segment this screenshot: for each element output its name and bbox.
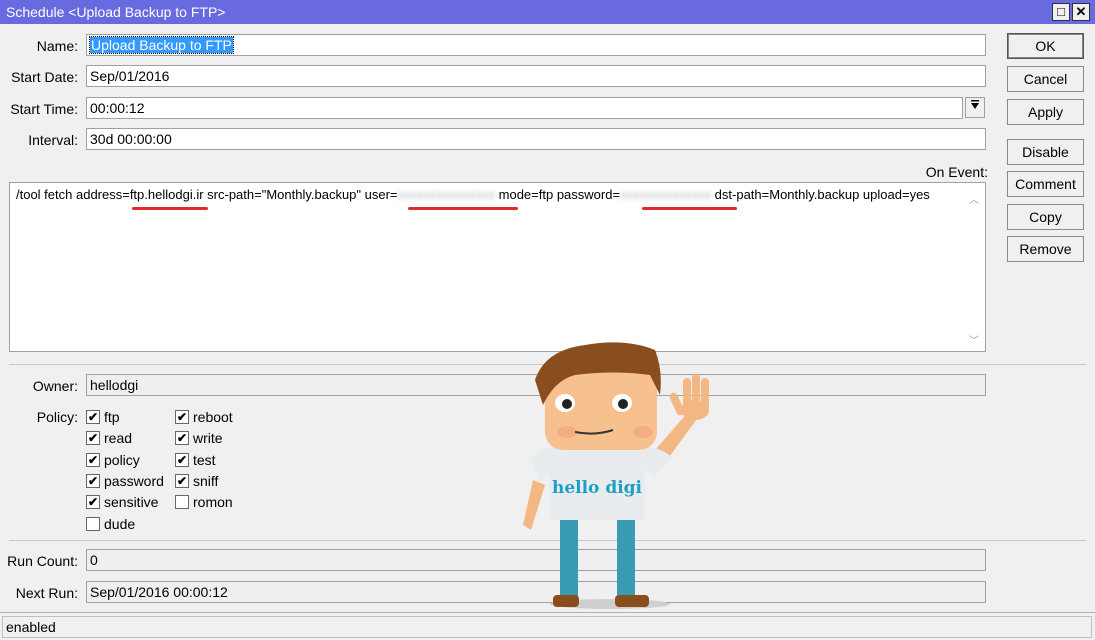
close-icon[interactable]: ✕ xyxy=(1072,3,1090,21)
policy-label-text: write xyxy=(193,430,223,447)
mascot-leg-right xyxy=(617,515,635,597)
policy-label-text: dude xyxy=(104,515,136,532)
policy-checkbox-ftp[interactable]: ✔ ftp xyxy=(86,409,120,425)
script-part-2: src-path="Monthly.backup" user= xyxy=(203,187,398,202)
next-run-label: Next Run: xyxy=(15,585,78,601)
checkbox-icon[interactable]: ✔ xyxy=(175,410,189,424)
checkbox-icon[interactable] xyxy=(86,516,100,531)
scroll-up-icon[interactable]: ︿ xyxy=(969,191,979,206)
start-time-input[interactable]: 00:00:12 xyxy=(86,97,963,119)
mascot-cheek-left xyxy=(557,426,577,438)
policy-checkbox-sniff[interactable]: ✔ sniff xyxy=(175,473,218,489)
script-part-4: dst-path=Monthly.backup upload=yes xyxy=(711,187,930,202)
user-underline xyxy=(408,207,518,210)
script-password-blurred: xxxxxxxxxxxxxx xyxy=(620,187,712,202)
on-event-script: /tool fetch address=ftp.hellodgi.ir src-… xyxy=(16,187,979,202)
remove-button[interactable]: Remove xyxy=(1007,236,1084,262)
status-bar: enabled xyxy=(0,612,1095,640)
scroll-down-icon[interactable]: ﹀ xyxy=(969,332,979,347)
hello-digi-mascot: hello digi xyxy=(523,342,709,609)
checkbox-icon[interactable]: ✔ xyxy=(86,473,100,488)
apply-button[interactable]: Apply xyxy=(1007,99,1084,125)
mascot-shoe-right xyxy=(615,595,649,607)
mascot-shoe-left xyxy=(553,595,579,607)
interval-input[interactable]: 30d 00:00:00 xyxy=(86,128,986,150)
run-count-label: Run Count: xyxy=(7,553,78,569)
policy-label: Policy: xyxy=(36,409,78,425)
cancel-button[interactable]: Cancel xyxy=(1007,66,1084,92)
status-text: enabled xyxy=(2,616,1092,638)
password-underline xyxy=(642,207,737,210)
checkbox-icon[interactable]: ✔ xyxy=(86,452,100,467)
owner-label: Owner: xyxy=(32,378,78,394)
policy-checkbox-sensitive[interactable]: ✔ sensitive xyxy=(86,494,158,510)
mascot-hand xyxy=(669,374,709,420)
interval-label: Interval: xyxy=(28,132,78,148)
script-user-blurred: xxxxxxxxxxxxxxx xyxy=(397,187,496,202)
start-date-input[interactable]: Sep/01/2016 xyxy=(86,65,986,87)
policy-checkbox-reboot[interactable]: ✔ reboot xyxy=(175,409,233,425)
host-underline xyxy=(132,207,208,210)
ok-button[interactable]: OK xyxy=(1007,33,1084,59)
policy-checkbox-dude[interactable]: dude xyxy=(86,516,135,532)
policy-label-text: romon xyxy=(193,494,233,511)
name-label: Name: xyxy=(36,38,78,54)
script-part-3: mode=ftp password= xyxy=(495,187,621,202)
policy-checkbox-write[interactable]: ✔ write xyxy=(175,430,223,446)
checkbox-icon[interactable]: ✔ xyxy=(175,431,189,446)
schedule-window: Schedule <Upload Backup to FTP> □ ✕ Name… xyxy=(0,0,1095,640)
mascot-arm-left xyxy=(523,480,545,530)
window-title: Schedule <Upload Backup to FTP> xyxy=(6,4,226,20)
policy-label-text: test xyxy=(193,451,216,468)
mascot-cheek-right xyxy=(633,426,653,438)
checkbox-icon[interactable]: ✔ xyxy=(86,431,100,446)
on-event-textarea[interactable]: /tool fetch address=ftp.hellodgi.ir src-… xyxy=(9,182,986,352)
policy-label-text: reboot xyxy=(193,409,233,425)
mascot-leg-left xyxy=(560,515,578,597)
policy-checkbox-policy[interactable]: ✔ policy xyxy=(86,452,140,468)
script-host: hellodgi.ir xyxy=(147,187,204,202)
policy-checkbox-read[interactable]: ✔ read xyxy=(86,430,132,446)
disable-button[interactable]: Disable xyxy=(1007,139,1084,165)
start-time-label: Start Time: xyxy=(10,101,78,117)
policy-label-text: policy xyxy=(104,451,140,468)
policy-checkbox-romon[interactable]: romon xyxy=(175,494,233,510)
policy-label-text: password xyxy=(104,472,164,489)
comment-button[interactable]: Comment xyxy=(1007,171,1084,197)
name-input[interactable]: Upload Backup to FTP xyxy=(86,34,986,56)
checkbox-icon[interactable]: ✔ xyxy=(86,410,100,424)
script-part-1: /tool fetch address=ftp. xyxy=(16,187,148,202)
checkbox-icon[interactable]: ✔ xyxy=(175,473,189,488)
policy-checkbox-test[interactable]: ✔ test xyxy=(175,452,216,468)
mascot-pupil-left xyxy=(562,399,572,409)
mascot-shirt-text: hello digi xyxy=(552,478,643,498)
policy-label-text: sensitive xyxy=(104,494,159,511)
policy-label-text: read xyxy=(104,430,133,447)
title-bar[interactable]: Schedule <Upload Backup to FTP> □ ✕ xyxy=(0,0,1095,24)
mascot-pupil-right xyxy=(618,399,628,409)
maximize-icon[interactable]: □ xyxy=(1052,3,1070,21)
policy-checkbox-password[interactable]: ✔ password xyxy=(86,473,164,489)
start-date-label: Start Date: xyxy=(11,69,78,85)
copy-button[interactable]: Copy xyxy=(1007,204,1084,230)
checkbox-icon[interactable]: ✔ xyxy=(86,495,100,510)
checkbox-icon[interactable] xyxy=(175,495,189,510)
name-value: Upload Backup to FTP xyxy=(89,36,234,54)
policy-label-text: ftp xyxy=(104,409,120,425)
policy-label-text: sniff xyxy=(193,472,219,489)
on-event-label: On Event: xyxy=(925,164,988,180)
start-time-dropdown-icon[interactable] xyxy=(965,97,985,118)
checkbox-icon[interactable]: ✔ xyxy=(175,452,189,467)
